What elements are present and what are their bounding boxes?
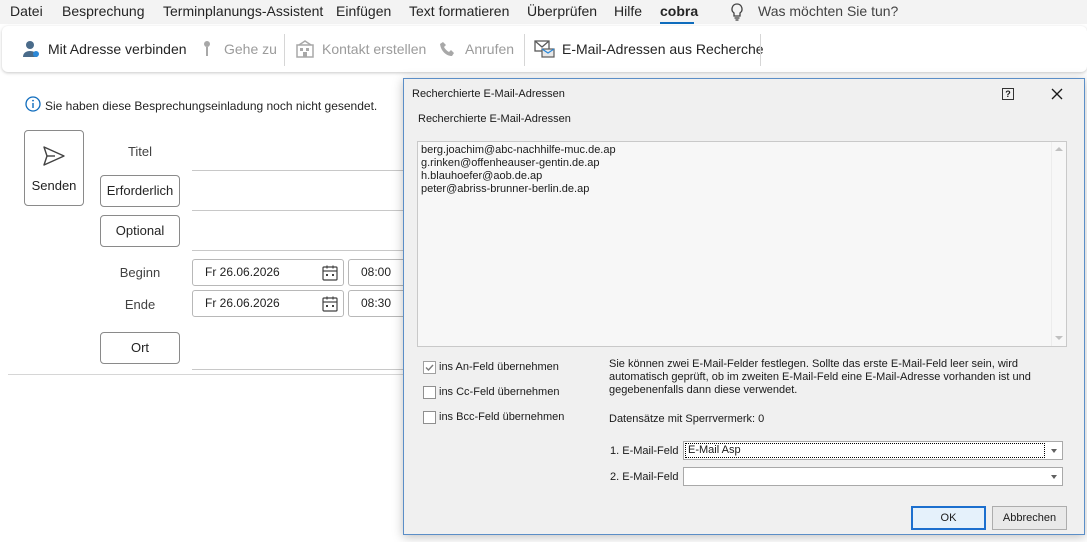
menu-datei[interactable]: Datei bbox=[10, 3, 43, 19]
menu-ueberpruefen[interactable]: Überprüfen bbox=[527, 3, 597, 19]
call-button[interactable]: Anrufen bbox=[437, 36, 514, 62]
start-date-picker[interactable]: Fr 26.06.2026 bbox=[192, 259, 344, 286]
menu-hilfe[interactable]: Hilfe bbox=[614, 3, 642, 19]
info-text: Sie haben diese Besprechungseinladung no… bbox=[45, 98, 378, 113]
title-field-line bbox=[192, 170, 410, 171]
active-tab-indicator bbox=[660, 22, 694, 24]
required-attendees-field[interactable] bbox=[192, 174, 406, 208]
dialog-title: Recherchierte E-Mail-Adressen bbox=[412, 88, 565, 100]
calendar-icon[interactable] bbox=[321, 295, 339, 316]
phone-icon bbox=[437, 38, 459, 60]
list-item[interactable]: peter@abriss-brunner-berlin.de.ap bbox=[418, 183, 616, 196]
person-link-icon bbox=[20, 38, 42, 60]
list-scrollbar[interactable] bbox=[1051, 142, 1066, 346]
email-field-1-value: E-Mail Asp bbox=[685, 443, 1045, 458]
goto-button[interactable]: Gehe zu bbox=[196, 36, 277, 62]
research-emails-dialog: Recherchierte E-Mail-Adressen ? Recherch… bbox=[403, 78, 1085, 535]
pin-icon bbox=[196, 38, 218, 60]
email-list[interactable]: berg.joachim@abc-nachhilfe-muc.de.ap g.r… bbox=[417, 141, 1067, 347]
goto-label: Gehe zu bbox=[224, 41, 277, 57]
menu-bar: Datei Besprechung Terminplanungs-Assiste… bbox=[0, 0, 1087, 24]
scroll-down-icon[interactable] bbox=[1055, 336, 1063, 340]
help-icon[interactable]: ? bbox=[1002, 88, 1014, 100]
chevron-down-icon[interactable] bbox=[1051, 449, 1057, 453]
title-label: Titel bbox=[127, 144, 153, 159]
ribbon-separator bbox=[760, 34, 761, 66]
list-item[interactable]: h.blauhoefer@aob.de.ap bbox=[418, 170, 616, 183]
end-time-value: 08:30 bbox=[361, 296, 392, 310]
start-label: Beginn bbox=[119, 265, 161, 280]
start-date-value: Fr 26.06.2026 bbox=[205, 265, 280, 279]
blocked-records-text: Datensätze mit Sperrvermerk: 0 bbox=[609, 413, 765, 425]
email-field-1-select[interactable]: E-Mail Asp bbox=[683, 441, 1063, 460]
list-item[interactable]: g.rinken@offenheauser-gentin.de.ap bbox=[418, 157, 616, 170]
building-icon bbox=[294, 38, 316, 60]
optional-attendees-button[interactable]: Optional bbox=[100, 215, 180, 247]
email-from-research-button[interactable]: E-Mail-Adressen aus Recherche bbox=[534, 36, 764, 62]
end-date-value: Fr 26.06.2026 bbox=[205, 296, 280, 310]
checkmark-icon bbox=[425, 364, 434, 372]
email-field-2-label: 2. E-Mail-Feld bbox=[610, 471, 679, 483]
call-label: Anrufen bbox=[465, 41, 515, 57]
menu-besprechung[interactable]: Besprechung bbox=[62, 3, 145, 19]
header-divider bbox=[8, 374, 408, 375]
title-field[interactable] bbox=[192, 137, 406, 169]
ribbon-separator bbox=[524, 34, 525, 66]
calendar-icon[interactable] bbox=[321, 264, 339, 285]
connect-address-label: Mit Adresse verbinden bbox=[48, 41, 187, 57]
scroll-up-icon[interactable] bbox=[1055, 147, 1063, 151]
menu-text-formatieren[interactable]: Text formatieren bbox=[409, 3, 509, 19]
end-time-picker[interactable]: 08:30 bbox=[348, 290, 408, 317]
send-label: Senden bbox=[31, 178, 77, 193]
bcc-field-label: ins Bcc-Feld übernehmen bbox=[439, 411, 565, 423]
email-group-label: Recherchierte E-Mail-Adressen bbox=[418, 113, 571, 125]
location-field-line bbox=[192, 369, 410, 370]
menu-terminplanungs-assistent[interactable]: Terminplanungs-Assistent bbox=[163, 3, 323, 19]
required-attendees-button[interactable]: Erforderlich bbox=[100, 175, 180, 207]
email-field-2-select[interactable] bbox=[683, 467, 1063, 486]
send-icon bbox=[42, 145, 66, 170]
cc-field-label: ins Cc-Feld übernehmen bbox=[439, 386, 560, 398]
optional-attendees-field[interactable] bbox=[192, 214, 406, 248]
to-field-checkbox[interactable] bbox=[423, 361, 436, 374]
ok-button[interactable]: OK bbox=[911, 506, 986, 530]
email-search-icon bbox=[534, 38, 556, 60]
start-time-picker[interactable]: 08:00 bbox=[348, 259, 408, 286]
info-icon bbox=[25, 96, 41, 115]
cancel-button[interactable]: Abbrechen bbox=[992, 506, 1067, 530]
cc-field-checkbox[interactable] bbox=[423, 386, 436, 399]
info-bar: Sie haben diese Besprechungseinladung no… bbox=[25, 96, 377, 115]
menu-cobra[interactable]: cobra bbox=[660, 3, 698, 19]
email-from-research-label: E-Mail-Adressen aus Recherche bbox=[562, 41, 764, 57]
close-icon[interactable] bbox=[1050, 87, 1064, 104]
chevron-down-icon[interactable] bbox=[1051, 475, 1057, 479]
email-field-1-label: 1. E-Mail-Feld bbox=[610, 445, 679, 457]
ribbon: Mit Adresse verbinden Gehe zu Kontakt er… bbox=[2, 26, 1087, 72]
send-button[interactable]: Senden bbox=[24, 130, 84, 206]
location-field[interactable] bbox=[192, 332, 406, 367]
message-body[interactable] bbox=[8, 378, 403, 538]
location-button[interactable]: Ort bbox=[100, 332, 180, 364]
connect-address-button[interactable]: Mit Adresse verbinden bbox=[20, 36, 187, 62]
required-field-line bbox=[192, 210, 410, 211]
email-field-info-text: Sie können zwei E-Mail-Felder festlegen.… bbox=[609, 358, 1031, 396]
end-date-picker[interactable]: Fr 26.06.2026 bbox=[192, 290, 344, 317]
tell-me-search[interactable]: Was möchten Sie tun? bbox=[758, 3, 898, 19]
lightbulb-icon bbox=[729, 2, 745, 25]
menu-einfuegen[interactable]: Einfügen bbox=[336, 3, 391, 19]
list-item[interactable]: berg.joachim@abc-nachhilfe-muc.de.ap bbox=[418, 144, 616, 157]
end-label: Ende bbox=[124, 297, 156, 312]
ribbon-separator bbox=[284, 34, 285, 66]
to-field-label: ins An-Feld übernehmen bbox=[439, 361, 559, 373]
bcc-field-checkbox[interactable] bbox=[423, 411, 436, 424]
create-contact-button[interactable]: Kontakt erstellen bbox=[294, 36, 426, 62]
optional-field-line bbox=[192, 250, 410, 251]
start-time-value: 08:00 bbox=[361, 265, 392, 279]
create-contact-label: Kontakt erstellen bbox=[322, 41, 427, 57]
